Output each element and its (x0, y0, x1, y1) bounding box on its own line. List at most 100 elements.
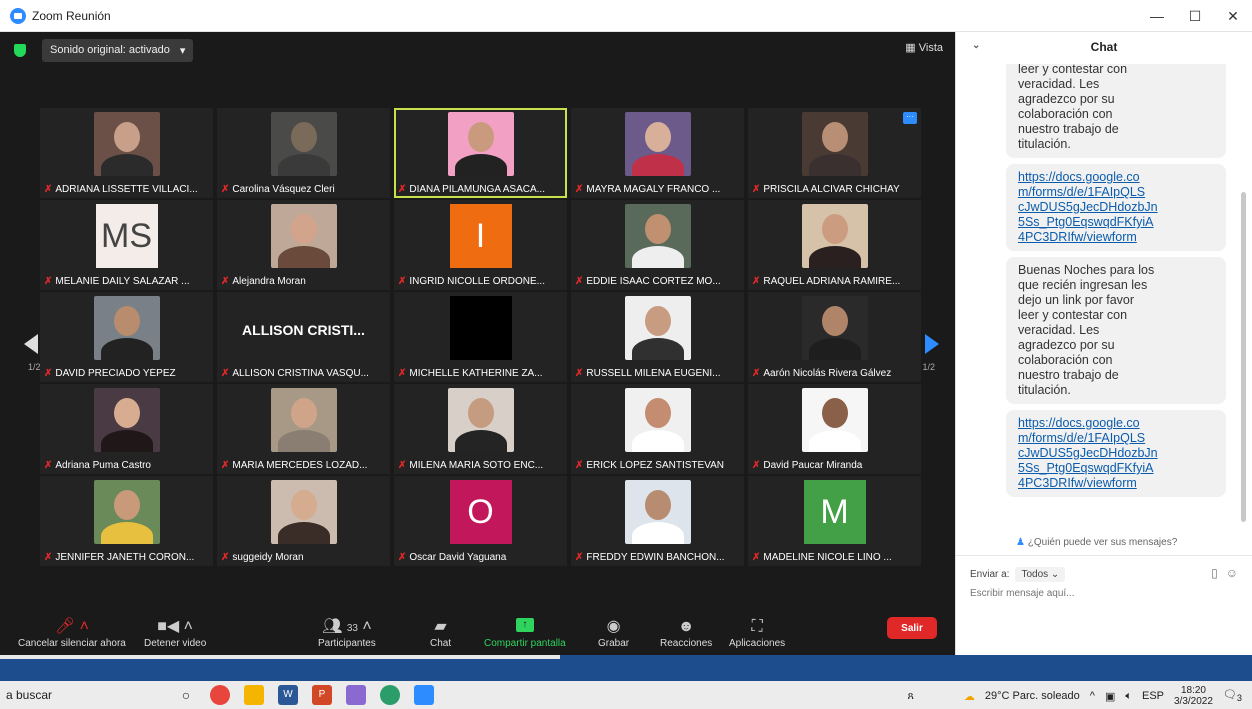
participant-name-text: DIANA PILAMUNGA ASACA... (409, 184, 545, 195)
participant-tile[interactable]: ALLISON CRISTI... ✗ ALLISON CRISTINA VASQU… (217, 292, 390, 382)
participant-tile[interactable]: ✗ FREDDY EDWIN BANCHON... (571, 476, 744, 566)
chrome-icon[interactable] (210, 685, 230, 705)
weather-text[interactable]: 29°C Parc. soleado (985, 690, 1080, 702)
emoji-icon[interactable]: ☺ (1226, 566, 1238, 580)
participant-name-text: MICHELLE KATHERINE ZA... (409, 368, 543, 379)
participant-tile[interactable]: ✗ MICHELLE KATHERINE ZA... (394, 292, 567, 382)
participant-tile[interactable]: ✗ Adriana Puma Castro (40, 384, 213, 474)
participants-button[interactable]: 👥︎ 33 ˄ Participantes (318, 616, 376, 649)
participant-tile[interactable]: ✗ MAYRA MAGALY FRANCO ... (571, 108, 744, 198)
participant-name-text: FREDDY EDWIN BANCHON... (586, 552, 725, 563)
network-icon[interactable]: ▣ (1105, 690, 1115, 703)
leave-button[interactable]: Salir (887, 617, 937, 639)
mic-muted-icon: ✗ (575, 460, 584, 471)
chat-scrollbar[interactable] (1241, 192, 1246, 522)
participant-tile[interactable]: ✗ MARIA MERCEDES LOZAD... (217, 384, 390, 474)
participant-name-display: ALLISON CRISTI... (242, 322, 365, 338)
participant-tile[interactable]: ✗ ERICK LÓPEZ SANTISTEVAN (571, 384, 744, 474)
unmute-button[interactable]: 🎤︎ ˄ Cancelar silenciar ahora (18, 616, 126, 649)
record-icon: ◉ (606, 618, 621, 635)
speaker-icon[interactable]: 🔈︎ (1125, 690, 1132, 703)
file-explorer-icon[interactable] (244, 685, 264, 705)
who-can-see-link[interactable]: ♟ ¿Quién puede ver sus mensajes? (1016, 537, 1177, 548)
participants-icon: 👥︎ 33 ˄ (322, 618, 372, 635)
participant-tile[interactable]: ✗ DIANA PILAMUNGA ASACA... (394, 108, 567, 198)
participant-tile[interactable]: ✗ David Paucar Miranda (748, 384, 921, 474)
chrome-profile-icon[interactable] (380, 685, 400, 705)
record-button[interactable]: ◉ Grabar (598, 616, 629, 649)
chat-message-link[interactable]: https://docs.google.co m/forms/d/e/1FAIp… (1006, 410, 1226, 497)
participant-name: ✗ ADRIANA LISSETTE VILLACI... (44, 184, 209, 195)
chat-message-input[interactable] (970, 588, 1230, 599)
next-page-arrow-icon[interactable] (925, 334, 939, 354)
language-indicator[interactable]: ESP (1142, 690, 1164, 702)
mic-muted-icon: ✗ (575, 184, 584, 195)
reactions-button[interactable]: ☻ Reacciones (660, 616, 712, 649)
page-indicator-right: 1/2 (922, 362, 935, 372)
participant-video (447, 112, 514, 176)
taskbar-search[interactable]: a buscar (6, 688, 176, 702)
participant-tile[interactable]: ✗ Alejandra Moran (217, 200, 390, 290)
view-button[interactable]: ▦ Vista (905, 41, 943, 54)
share-screen-label: Compartir pantalla (484, 638, 566, 649)
mic-muted-icon: ✗ (398, 276, 407, 287)
participant-video (93, 388, 160, 452)
participant-tile[interactable]: ✗ JENNIFER JANETH CORON... (40, 476, 213, 566)
participant-name: ✗ Alejandra Moran (221, 276, 386, 287)
people-icon[interactable]: ጸ (907, 690, 913, 703)
participant-name-text: PRISCILA ALCIVAR CHICHAY (763, 184, 900, 195)
page-indicator-left: 1/2 (28, 362, 41, 372)
more-options-icon[interactable]: ··· (903, 112, 917, 124)
participant-name-text: INGRID NICOLLE ORDOÑE... (409, 276, 545, 287)
participant-name: ✗ ERICK LÓPEZ SANTISTEVAN (575, 460, 740, 471)
powerpoint-icon[interactable]: P (312, 685, 332, 705)
participant-name: ✗ ALLISON CRISTINA VASQU... (221, 368, 386, 379)
mic-muted-icon: ✗ (752, 184, 761, 195)
participant-tile[interactable]: MS ✗ MELANIE DAILY SALAZAR ... (40, 200, 213, 290)
original-sound-toggle[interactable]: Sonido original: activado ▾ (42, 39, 194, 62)
participant-name-text: DAVID PRECIADO YÉPEZ (55, 368, 176, 379)
prev-page-arrow-icon[interactable] (24, 334, 38, 354)
clock[interactable]: 18:20 3/3/2022 (1174, 685, 1213, 707)
participant-tile[interactable]: I ✗ INGRID NICOLLE ORDOÑE... (394, 200, 567, 290)
chat-button[interactable]: ▰ Chat (430, 616, 451, 649)
participant-tile[interactable]: ✗ Carolina Vásquez Cleri (217, 108, 390, 198)
participant-video (801, 204, 868, 268)
close-button[interactable]: ✕ (1214, 0, 1252, 32)
apps-button[interactable]: ⛶ Aplicaciones (729, 616, 785, 649)
word-icon[interactable]: W (278, 685, 298, 705)
share-screen-button[interactable]: ↑ Compartir pantalla (484, 618, 566, 649)
participant-tile[interactable]: ✗ MILENA MARIA SOTO ENC... (394, 384, 567, 474)
participant-video (801, 388, 868, 452)
participant-tile[interactable]: O ✗ Oscar David Yaguana (394, 476, 567, 566)
participant-tile[interactable]: ✗ EDDIE ISAAC CORTEZ MO... (571, 200, 744, 290)
task-view-icon[interactable]: ○ (176, 685, 196, 705)
stop-video-button[interactable]: ■◀ ˄ Detener video (144, 616, 206, 649)
participant-tile[interactable]: ✗ ADRIANA LISSETTE VILLACI... (40, 108, 213, 198)
participant-tile[interactable]: ✗ Aarón Nicolás Rivera Gálvez (748, 292, 921, 382)
mic-muted-icon: ✗ (221, 184, 230, 195)
minimize-button[interactable]: — (1138, 0, 1176, 32)
participant-name: ✗ MICHELLE KATHERINE ZA... (398, 368, 563, 379)
participant-avatar: I (449, 204, 512, 268)
participant-tile[interactable]: M ✗ MADELINE NICOLE LINO ... (748, 476, 921, 566)
participant-tile[interactable]: ✗ RUSSELL MILENA EUGENI... (571, 292, 744, 382)
participant-tile[interactable]: ··· ✗ PRISCILA ALCIVAR CHICHAY (748, 108, 921, 198)
participant-name-text: MADELINE NICOLE LINO ... (763, 552, 892, 563)
participant-tile[interactable]: ✗ RAQUEL ADRIANA RAMIRE... (748, 200, 921, 290)
chat-message-link[interactable]: https://docs.google.co m/forms/d/e/1FAIp… (1006, 164, 1226, 251)
smiley-plus-icon: ☻ (677, 618, 695, 635)
file-icon[interactable]: ▯ (1211, 566, 1218, 580)
participant-video (801, 112, 868, 176)
paint-icon[interactable] (346, 685, 366, 705)
shield-icon[interactable] (14, 44, 26, 57)
chat-divider (956, 555, 1252, 556)
chevron-down-icon[interactable]: ⌄ (972, 40, 980, 51)
maximize-button[interactable]: ☐ (1176, 0, 1214, 32)
tray-chevron-up-icon[interactable]: ^ (1090, 690, 1095, 702)
send-to-dropdown[interactable]: Todos ⌄ (1015, 567, 1066, 582)
zoom-taskbar-icon[interactable] (414, 685, 434, 705)
participant-tile[interactable]: ✗ DAVID PRECIADO YÉPEZ (40, 292, 213, 382)
notification-icon[interactable]: 🗨︎3 (1223, 688, 1242, 703)
participant-tile[interactable]: ✗ suggeidy Moran (217, 476, 390, 566)
